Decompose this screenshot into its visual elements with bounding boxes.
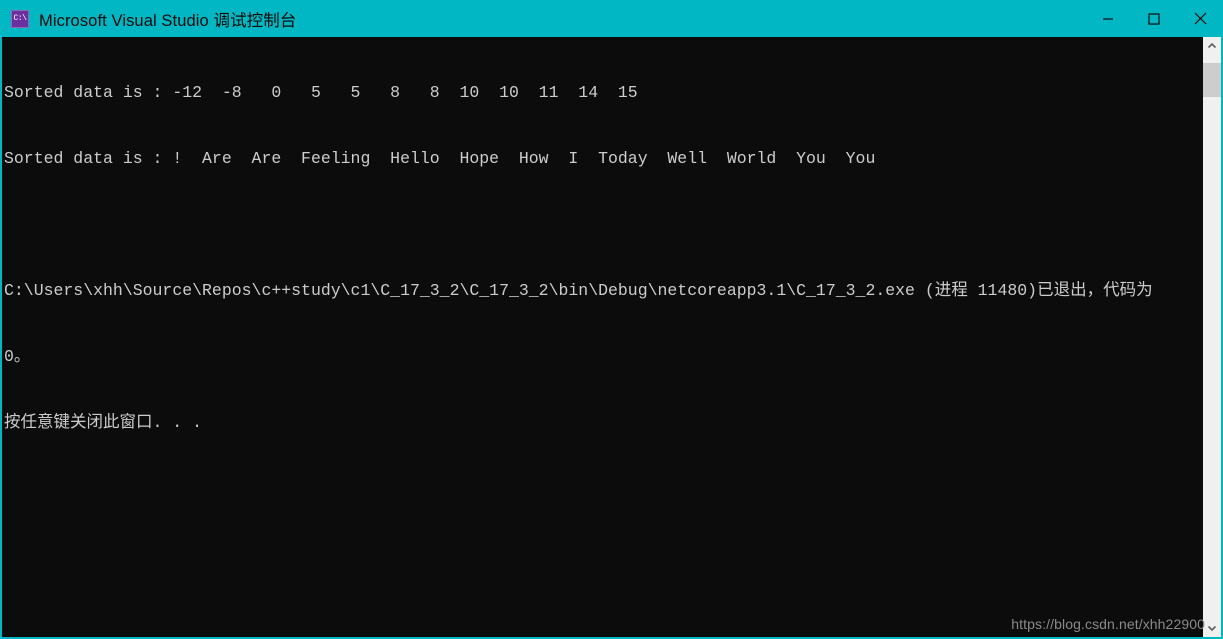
chevron-up-icon	[1207, 42, 1217, 49]
window-title: Microsoft Visual Studio 调试控制台	[39, 11, 297, 30]
console-line-exit-code: 0。	[4, 347, 31, 366]
window-controls	[1085, 0, 1223, 37]
console-text: Sorted data is : -12 -8 0 5 5 8 8 10 10 …	[4, 38, 1202, 478]
console-line-exit-path: C:\Users\xhh\Source\Repos\c++study\c1\C_…	[4, 281, 1153, 300]
console-line: Sorted data is : -12 -8 0 5 5 8 8 10 10 …	[4, 83, 638, 102]
watermark-url: https://blog.csdn.net/xhh22900	[1011, 616, 1205, 632]
console-line: Sorted data is : ! Are Are Feeling Hello…	[4, 149, 876, 168]
console-line-prompt: 按任意键关闭此窗口. . .	[4, 413, 203, 432]
title-bar[interactable]: Microsoft Visual Studio 调试控制台	[0, 0, 1223, 37]
console-window: Microsoft Visual Studio 调试控制台	[0, 0, 1223, 639]
console-line-blank	[4, 214, 1202, 236]
maximize-button[interactable]	[1131, 0, 1177, 37]
console-output-area[interactable]: Sorted data is : -12 -8 0 5 5 8 8 10 10 …	[2, 37, 1203, 637]
vertical-scrollbar[interactable]	[1203, 37, 1221, 637]
minimize-button[interactable]	[1085, 0, 1131, 37]
scrollbar-thumb[interactable]	[1203, 63, 1221, 97]
chevron-down-icon	[1207, 625, 1217, 632]
scroll-down-button[interactable]	[1203, 619, 1221, 637]
console-app-icon	[11, 9, 29, 28]
close-button[interactable]	[1177, 0, 1223, 37]
scroll-up-button[interactable]	[1203, 37, 1221, 55]
